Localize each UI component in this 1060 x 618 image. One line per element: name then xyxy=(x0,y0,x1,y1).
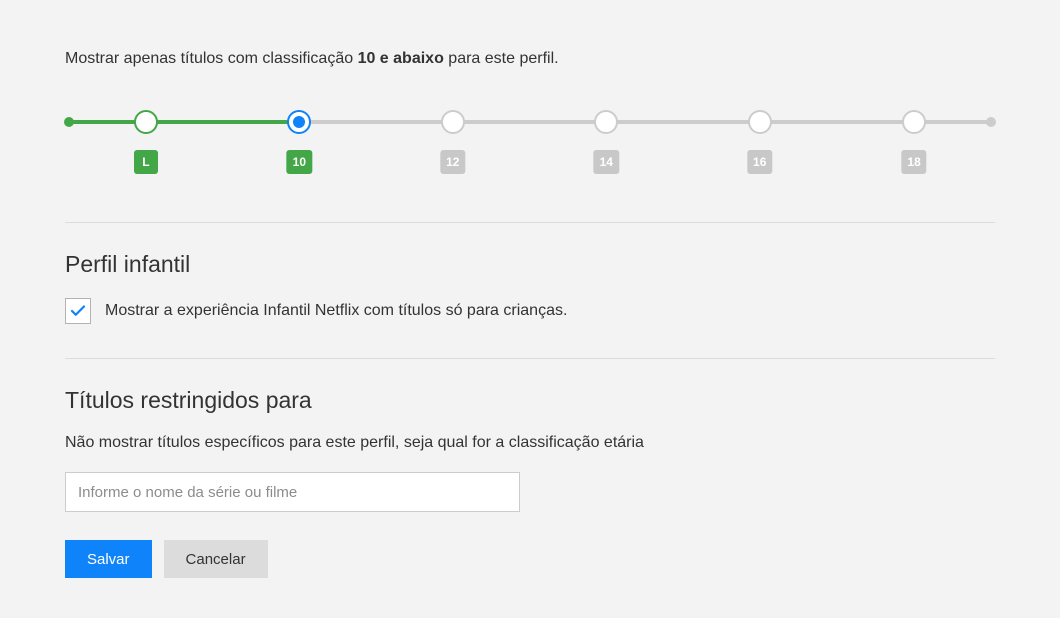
restricted-subtitle: Não mostrar títulos específicos para est… xyxy=(65,434,995,452)
divider xyxy=(65,222,995,223)
restricted-title-input[interactable] xyxy=(65,472,520,512)
slider-node-14[interactable] xyxy=(594,110,618,134)
slider-badge-18: 18 xyxy=(901,150,926,174)
desc-bold: 10 e abaixo xyxy=(358,50,444,67)
slider-node-10[interactable] xyxy=(287,110,311,134)
kids-profile-checkbox[interactable] xyxy=(65,298,91,324)
slider-end-dot xyxy=(986,117,996,127)
slider-start-dot xyxy=(64,117,74,127)
kids-profile-title: Perfil infantil xyxy=(65,251,995,278)
slider-badge-L: L xyxy=(134,150,158,174)
desc-prefix: Mostrar apenas títulos com classificação xyxy=(65,50,358,67)
maturity-slider[interactable]: L 10 12 14 16 18 xyxy=(65,110,995,182)
slider-badge-12: 12 xyxy=(440,150,465,174)
slider-badge-16: 16 xyxy=(747,150,772,174)
maturity-description: Mostrar apenas títulos com classificação… xyxy=(65,50,995,68)
slider-node-16[interactable] xyxy=(748,110,772,134)
kids-profile-label: Mostrar a experiência Infantil Netflix c… xyxy=(105,302,567,320)
slider-node-L[interactable] xyxy=(134,110,158,134)
slider-badge-10: 10 xyxy=(287,150,312,174)
slider-badge-14: 14 xyxy=(594,150,619,174)
slider-track-filled xyxy=(65,120,299,124)
check-icon xyxy=(69,302,87,320)
divider xyxy=(65,358,995,359)
cancel-button[interactable]: Cancelar xyxy=(164,540,268,578)
slider-node-18[interactable] xyxy=(902,110,926,134)
save-button[interactable]: Salvar xyxy=(65,540,152,578)
restricted-title: Títulos restringidos para xyxy=(65,387,995,414)
slider-node-12[interactable] xyxy=(441,110,465,134)
desc-suffix: para este perfil. xyxy=(444,50,559,67)
